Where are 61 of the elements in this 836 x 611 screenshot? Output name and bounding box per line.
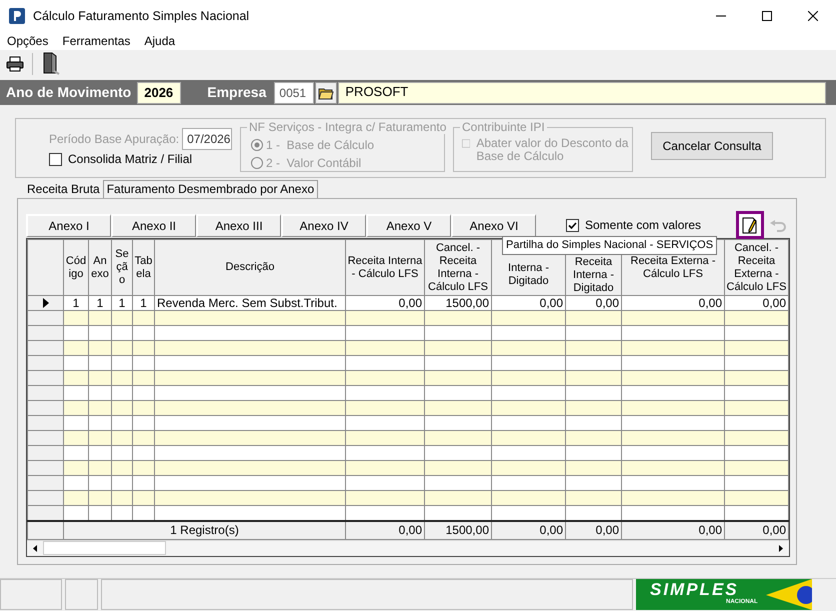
horizontal-scrollbar[interactable] [27,540,789,556]
row-indicator[interactable] [28,296,64,310]
menu-item[interactable]: Ferramentas [55,32,138,50]
corner-cell [28,240,64,296]
menu-item[interactable]: Opções [0,32,56,50]
maximize-icon [762,11,772,21]
printer-icon[interactable] [6,56,24,72]
column-header[interactable]: Cód igo [64,240,88,296]
total-cell: 0,00 [724,520,788,540]
total-cell: 0,00 [346,520,424,540]
tab[interactable]: Faturamento Desmembrado por Anexo [102,180,318,198]
radio-label: 1 - Base de Cálculo [266,137,374,154]
total-cell: 0,00 [492,520,566,540]
record-count: 1 Registro(s) [64,520,346,540]
column-header[interactable]: Descrição [154,240,346,296]
checkbox[interactable] [49,152,62,166]
year-field[interactable]: 2026 [137,82,182,104]
period-label: Período Base Apuração: [49,131,180,148]
total-cell: 0,00 [566,520,622,540]
annex-button[interactable]: Anexo V [366,214,451,236]
checkbox-label: Abater valor do Desconto da Base de Cálculo [476,137,630,163]
tab[interactable]: Receita Bruta [24,181,103,198]
column-header[interactable]: Se çã o [112,240,132,296]
group-title: NF Serviços - Integra c/ Faturamento [247,120,448,134]
status-panel [0,579,62,610]
window-title: Cálculo Faturamento Simples Nacional [33,8,250,25]
note-pencil-icon [741,216,759,234]
group-title: Contribuinte IPI [460,120,547,134]
edit-note-button[interactable] [736,211,764,239]
only-values-label: Somente com valores [585,217,702,234]
total-cell: 0,00 [622,520,724,540]
folder-button[interactable] [315,82,338,104]
period-field[interactable]: 07/2026 [182,128,232,150]
company-code-field[interactable]: 0051 [274,82,314,104]
radio-label: 2 - Valor Contábil [266,155,362,172]
tooltip: Partilha do Simples Nacional - SERVIÇOS [502,236,718,255]
annex-button[interactable]: Anexo II [111,214,196,236]
menu-item[interactable]: Ajuda [137,32,182,50]
close-icon [808,11,818,21]
cancel-query-button[interactable]: Cancelar Consulta [651,132,773,160]
undo-icon [769,218,787,233]
consolidate-label: Consolida Matriz / Filial [68,151,192,168]
column-header[interactable]: An exo [88,240,112,296]
annex-button[interactable]: Anexo IV [281,214,366,236]
annex-button[interactable]: Anexo III [196,214,281,236]
logo-text: SIMPLES [650,580,739,599]
annex-button[interactable]: Anexo I [26,214,111,236]
year-label: Ano de Movimento [6,83,132,102]
column-header[interactable]: Receita Interna - Cálculo LFS [346,240,424,296]
company-name-field[interactable]: PROSOFT [338,82,826,104]
company-label: Empresa [207,83,266,102]
column-header[interactable]: Cancel. - Receita Externa - Cálculo LFS [724,240,788,296]
status-panel [65,579,98,610]
column-header[interactable]: Tab ela [132,240,154,296]
folder-icon [318,86,334,100]
total-cell: 1500,00 [424,520,492,540]
checkbox[interactable] [566,218,579,232]
column-header[interactable]: Cancel. - Receita Interna - Cálculo LFS [424,240,492,296]
door-icon[interactable] [41,52,61,76]
app-icon [9,8,25,24]
annex-button[interactable]: Anexo VI [451,214,536,236]
